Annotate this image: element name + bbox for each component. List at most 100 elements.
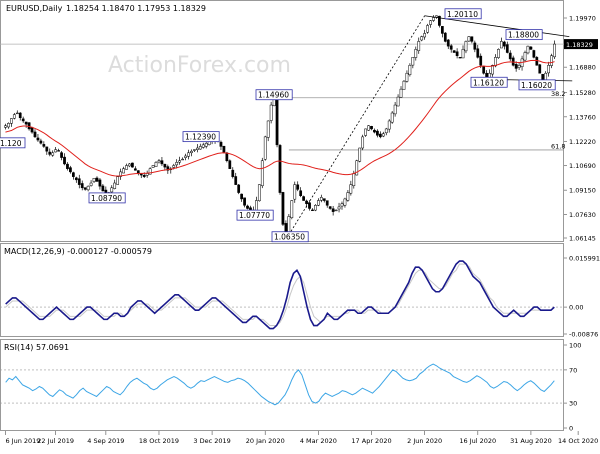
price-annotation-label: 1.12390 [185, 133, 216, 142]
x-tick-label: 17 Apr 2020 [351, 437, 391, 445]
candle-body [154, 162, 158, 167]
macd-y-tick-label: -0.00876 [569, 331, 598, 339]
candle-body [187, 152, 190, 157]
price-y-tick-label: 1.13760 [569, 113, 596, 121]
fib-level-label: 38.2 [551, 90, 565, 98]
candle-body [482, 66, 486, 74]
macd-header: MACD(12,26,9) -0.000127 -0.000579 [4, 247, 152, 256]
candle-body [452, 50, 456, 53]
candle-body [89, 182, 93, 186]
price-header-ohlc: 1.18254 1.18470 1.17953 1.18329 [66, 4, 206, 13]
candle-body [497, 49, 500, 58]
candle-body [376, 130, 379, 136]
candle-body [529, 46, 533, 50]
candle-body [461, 49, 465, 59]
candle-body [15, 112, 19, 115]
candle-body [387, 120, 391, 130]
candle-body [517, 65, 521, 68]
candle-body [260, 160, 264, 187]
x-tick-label: 4 Mar 2020 [300, 437, 337, 445]
price-annotation-label: 1.16120 [473, 78, 504, 87]
candle-body [113, 182, 117, 189]
price-y-tick-label: 1.19970 [569, 15, 596, 23]
candle-body [290, 200, 294, 219]
candle-body [83, 187, 87, 190]
candle-body [532, 50, 536, 58]
candle-body [246, 205, 249, 209]
candle-body [77, 178, 81, 185]
rsi-y-tick-label: 30 [569, 400, 577, 408]
candle-body [160, 160, 164, 165]
candle-body [367, 125, 370, 131]
candle-body [42, 144, 46, 147]
candle-body [71, 172, 75, 177]
candle-body [60, 152, 63, 158]
candle-body [204, 142, 208, 147]
candle-body [7, 123, 10, 128]
candle-body [550, 55, 553, 66]
x-tick-label: 16 Jul 2020 [459, 437, 496, 445]
candle-body [417, 41, 421, 51]
candle-body [526, 45, 530, 54]
price-y-tick-label: 1.06145 [569, 235, 596, 243]
candle-body [125, 165, 128, 170]
price-annotation-label: 1.08790 [91, 194, 122, 203]
candle-body [201, 144, 205, 148]
x-tick-label: 14 Oct 2020 [558, 437, 598, 445]
candle-body [505, 44, 509, 53]
candle-body [305, 200, 308, 204]
candle-body [30, 127, 34, 133]
candle-body [86, 185, 90, 191]
candle-body [514, 64, 518, 69]
candle-body [479, 55, 483, 66]
candle-body [157, 160, 161, 163]
candle-body [299, 190, 303, 197]
candle-body [458, 57, 462, 59]
candle-body [51, 152, 55, 156]
candle-body [122, 168, 125, 174]
candle-body [408, 65, 412, 75]
candle-body [337, 206, 341, 210]
candle-body [266, 120, 270, 138]
candle-body [331, 208, 335, 212]
candle-body [234, 176, 238, 185]
candle-body [222, 145, 226, 154]
candle-body [414, 49, 418, 58]
candle-body [370, 126, 373, 130]
candle-body [449, 45, 453, 50]
candle-body [57, 150, 60, 152]
candle-body [225, 152, 229, 161]
rsi-y-tick-label: 0 [569, 425, 573, 433]
candle-body [231, 169, 235, 177]
candle-body [240, 193, 243, 200]
candle-body [219, 141, 223, 147]
candle-body [281, 192, 285, 225]
candle-body [24, 121, 28, 125]
candle-body [346, 192, 350, 201]
candle-body [193, 149, 196, 151]
x-tick-label: 22 Jul 2019 [37, 437, 74, 445]
candle-body [92, 177, 96, 182]
price-y-tick-label: 1.09150 [569, 187, 596, 195]
candle-body [523, 52, 527, 61]
candle-body [455, 51, 459, 56]
candle-body [21, 118, 25, 122]
candle-body [446, 39, 450, 47]
candle-body [10, 118, 13, 124]
candle-body [18, 112, 22, 119]
candle-body [66, 163, 69, 169]
price-annotation-label: 1.06350 [274, 233, 305, 242]
candle-body [334, 209, 338, 212]
candle-body [349, 184, 353, 194]
candle-body [390, 112, 394, 123]
candle-body [181, 158, 184, 161]
candle-body [352, 173, 356, 186]
candle-body [151, 165, 155, 168]
candle-body [340, 203, 344, 207]
macd-y-tick-label: 0.00 [569, 304, 583, 312]
candle-body [184, 155, 187, 158]
x-tick-label: 31 Aug 2020 [510, 437, 552, 445]
price-y-tick-label: 1.07630 [569, 211, 596, 219]
candle-body [464, 41, 468, 52]
candle-body [402, 80, 406, 90]
